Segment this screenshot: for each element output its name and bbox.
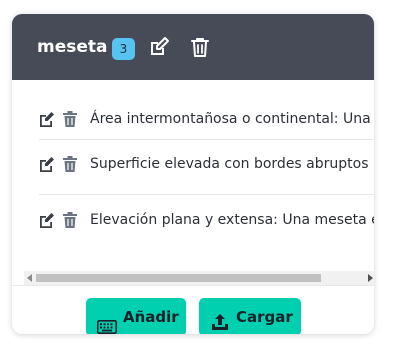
edit-icon[interactable] xyxy=(39,212,55,228)
edit-icon[interactable] xyxy=(39,156,55,172)
trash-icon[interactable] xyxy=(63,111,77,127)
count-badge: 3 xyxy=(112,38,135,60)
definition-card: meseta 3 Área intermontañosa o continent… xyxy=(12,14,374,334)
edit-icon[interactable] xyxy=(148,36,170,58)
horizontal-scrollbar[interactable] xyxy=(24,271,374,285)
upload-button-label: Cargar xyxy=(236,308,293,326)
scrollbar-thumb[interactable] xyxy=(36,274,321,282)
trash-icon[interactable] xyxy=(189,36,211,58)
upload-icon xyxy=(211,307,229,334)
keyboard-icon xyxy=(97,310,117,334)
list-item: Superficie elevada con bordes abruptos xyxy=(24,146,374,182)
scroll-left-icon[interactable] xyxy=(27,274,32,282)
divider xyxy=(39,194,374,195)
trash-icon[interactable] xyxy=(63,156,77,172)
word-title: meseta xyxy=(37,37,108,57)
list-item: Elevación plana y extensa: Una meseta es… xyxy=(24,202,374,238)
upload-button[interactable]: Cargar xyxy=(199,298,301,334)
definition-list: Área intermontañosa o continental: Una m… xyxy=(24,95,374,265)
divider xyxy=(39,139,374,140)
list-item: Área intermontañosa o continental: Una m… xyxy=(24,101,374,137)
scroll-right-icon[interactable] xyxy=(368,274,373,282)
card-header: meseta 3 xyxy=(12,14,374,80)
definition-text: Área intermontañosa o continental: Una m… xyxy=(90,111,374,127)
definition-text: Superficie elevada con bordes abruptos xyxy=(90,156,369,172)
add-button[interactable]: Añadir xyxy=(86,298,186,334)
trash-icon[interactable] xyxy=(63,212,77,228)
add-button-label: Añadir xyxy=(123,308,179,326)
edit-icon[interactable] xyxy=(39,111,55,127)
footer-divider xyxy=(12,285,374,286)
definition-text: Elevación plana y extensa: Una meseta es… xyxy=(90,212,374,228)
